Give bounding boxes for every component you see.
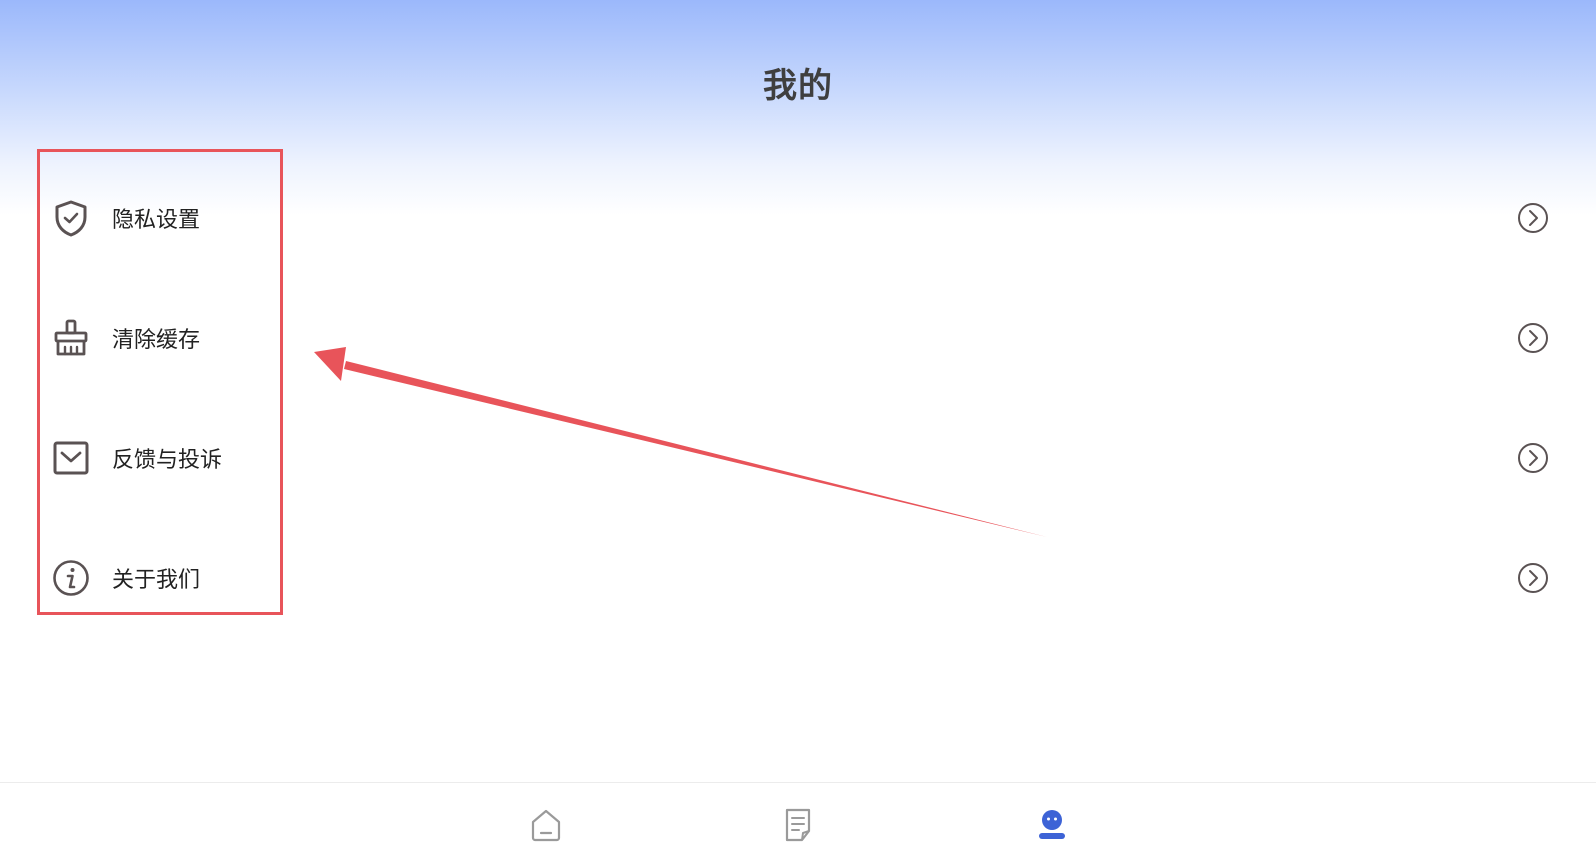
chevron-right-icon[interactable] [1517, 322, 1549, 354]
menu-list: 隐私设置 清除缓存 反馈与投诉 关于我们 [0, 158, 1596, 638]
menu-item-label: 反馈与投诉 [112, 448, 223, 473]
broom-icon [52, 319, 90, 357]
menu-item-label: 隐私设置 [112, 208, 201, 233]
my-page: 我的 隐私设置 清除缓存 反馈与投诉 关于我们 [0, 0, 1596, 867]
menu-item-privacy-settings[interactable]: 隐私设置 [0, 158, 1596, 278]
profile-icon[interactable] [1034, 807, 1070, 843]
mail-icon [52, 439, 90, 477]
menu-item-clear-cache[interactable]: 清除缓存 [0, 278, 1596, 398]
menu-item-label: 清除缓存 [112, 328, 201, 353]
chevron-right-icon[interactable] [1517, 442, 1549, 474]
page-title: 我的 [763, 66, 833, 106]
menu-item-about-us[interactable]: 关于我们 [0, 518, 1596, 638]
info-icon [52, 559, 90, 597]
menu-item-label: 关于我们 [112, 568, 201, 593]
bottom-tab-bar [0, 782, 1596, 867]
shield-check-icon [52, 199, 90, 237]
home-icon[interactable] [528, 807, 564, 843]
menu-item-feedback[interactable]: 反馈与投诉 [0, 398, 1596, 518]
chevron-right-icon[interactable] [1517, 562, 1549, 594]
chevron-right-icon[interactable] [1517, 202, 1549, 234]
document-icon[interactable] [780, 807, 816, 843]
